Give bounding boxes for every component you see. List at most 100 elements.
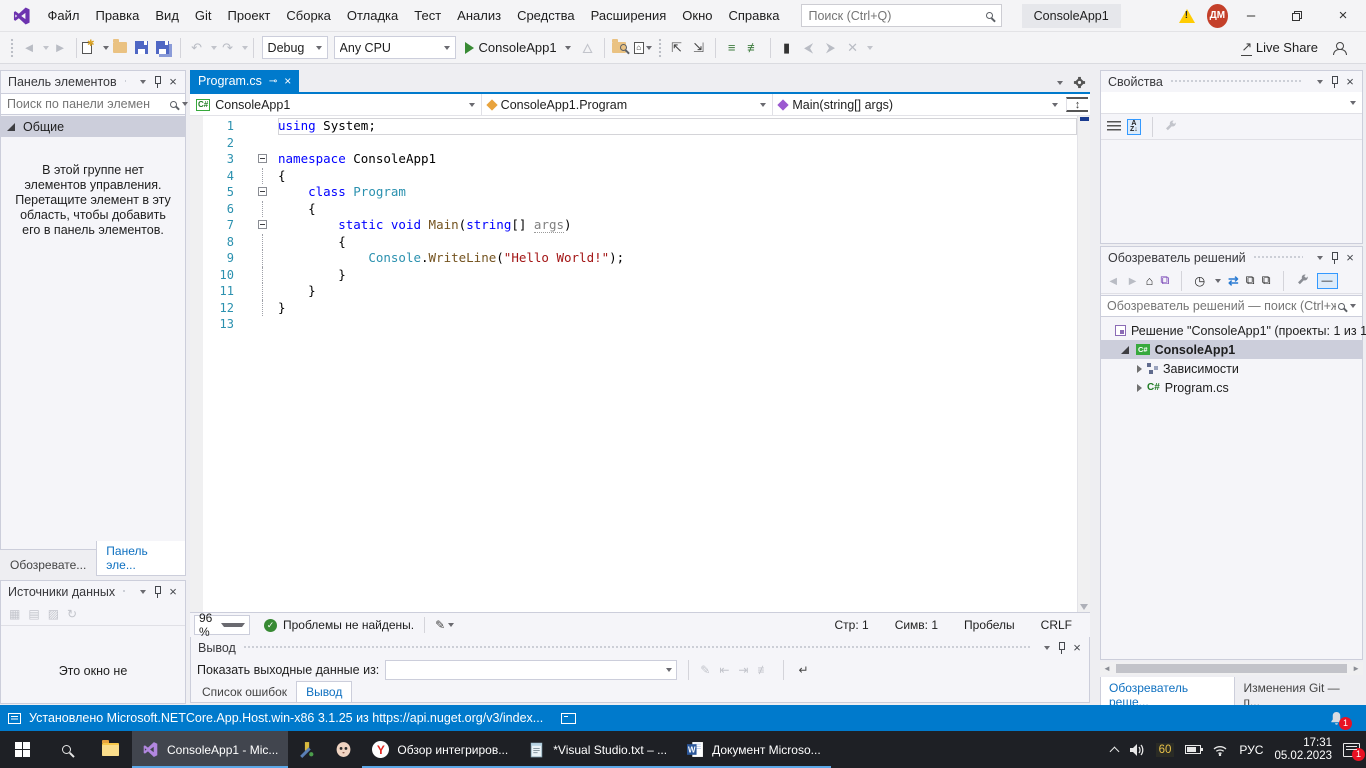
clock[interactable]: 17:31 05.02.2023 [1274,737,1332,763]
zoom-combo[interactable]: 96 % [194,615,250,635]
code-cleanup-icon[interactable]: ✎ [435,618,445,632]
home-icon[interactable]: ⌂ [1146,274,1154,288]
editor-vertical-scrollbar[interactable] [1077,116,1090,612]
right-dock-hscrollbar[interactable]: ◄ ► [1100,662,1363,675]
menu-item-7[interactable]: Тест [406,4,449,27]
output-source-combo[interactable] [385,660,677,680]
warning-icon[interactable] [1179,9,1195,23]
window-position-icon[interactable] [1310,256,1326,260]
code-editor[interactable]: 1using System;23namespace ConsoleApp14{5… [190,116,1090,612]
tab-program-cs[interactable]: Program.cs ⊸ × [190,70,299,92]
taskbar-search-icon[interactable] [44,731,88,768]
close-icon[interactable]: × [1342,74,1358,89]
next-message-icon[interactable]: ⇥ [738,663,748,677]
minimize-button[interactable]: – [1228,0,1274,32]
edit-data-source-icon[interactable]: ▤ [28,607,39,621]
close-icon[interactable]: × [1342,250,1358,265]
search-options-icon[interactable] [182,102,188,106]
panel-grip[interactable] [124,79,126,84]
avatar[interactable]: ДМ [1207,4,1228,28]
preview-selected-toggle[interactable]: — [1317,273,1338,289]
platform-combo[interactable]: Any CPU [334,36,456,59]
pin-tab-icon[interactable]: ⊸ [269,76,277,87]
code-line[interactable]: 1using System; [190,118,1077,135]
previous-bookmark-icon[interactable]: ⮜ [798,36,820,60]
search-options-icon[interactable] [1350,304,1356,308]
tree-item[interactable]: C#Program.cs [1101,378,1362,397]
hot-reload-icon[interactable]: 🜂 [577,36,599,60]
refresh-icon[interactable]: ↻ [67,607,77,621]
live-share-button[interactable]: ↗ Live Share [1241,36,1318,60]
tree-item[interactable]: C#ConsoleApp1 [1101,340,1362,359]
split-window-icon[interactable]: ↕ [1066,97,1088,112]
scroll-right-icon[interactable]: ► [1349,664,1363,673]
battery-percent-indicator[interactable]: 60 [1156,743,1175,757]
expander-icon[interactable] [1137,384,1142,392]
expander-icon[interactable] [1137,365,1142,373]
solution-explorer-home-icon[interactable]: ⌂ [632,36,654,60]
menu-item-5[interactable]: Сборка [278,4,339,27]
bookmark-icon[interactable]: ▮ [776,36,798,60]
collapse-all-icon[interactable]: ⧉ [1262,273,1271,288]
solution-search[interactable] [1101,295,1362,317]
pin-icon[interactable] [1326,75,1342,88]
line-indicator[interactable]: Стр: 1 [835,618,869,632]
code-line[interactable]: 4{ [190,168,1077,185]
line-ending-indicator[interactable]: CRLF [1041,618,1072,632]
menu-item-8[interactable]: Анализ [449,4,509,27]
solution-search-input[interactable] [1107,299,1336,313]
window-position-icon[interactable] [1310,80,1326,84]
wifi-icon[interactable] [1212,744,1228,756]
menu-item-11[interactable]: Окно [674,4,720,27]
column-indicator[interactable]: Симв: 1 [895,618,938,632]
code-line[interactable]: 8 { [190,234,1077,251]
pin-icon[interactable] [149,585,165,598]
save-icon[interactable] [131,36,153,60]
action-center-icon[interactable]: 1 [1343,743,1360,757]
close-icon[interactable]: × [165,74,181,89]
taskbar-app[interactable]: YОбзор интегриров... [362,731,518,768]
toolbox-category-general[interactable]: Общие [1,116,185,137]
taskbar-app[interactable]: WДокумент Microso... [677,731,831,768]
tab-list-dropdown-icon[interactable] [1057,81,1063,85]
clear-all-icon[interactable]: ≢ [757,663,769,677]
tab-1[interactable]: Панель эле... [96,541,186,576]
start-button[interactable] [0,731,44,768]
window-position-icon[interactable] [133,80,149,84]
code-line[interactable]: 6 { [190,201,1077,218]
close-button[interactable]: × [1320,0,1366,32]
tab-0[interactable]: Список ошибок [193,682,296,702]
project-dropdown[interactable]: C# ConsoleApp1 [190,94,482,115]
navigate-backward-code-icon[interactable]: ⇱ [666,36,688,60]
pending-changes-filter-icon[interactable]: ◷ [1194,273,1205,288]
outline-collapse-icon[interactable] [258,220,267,229]
menu-item-12[interactable]: Справка [720,4,787,27]
close-tab-icon[interactable]: × [284,74,291,88]
toolbox-search-input[interactable] [7,97,168,111]
quick-search-input[interactable] [808,9,983,23]
code-line[interactable]: 12} [190,300,1077,317]
redo-icon[interactable]: ↷ [217,36,239,60]
editor-options-gear-icon[interactable] [1073,76,1086,89]
property-pages-wrench-icon[interactable] [1164,120,1178,134]
menu-item-9[interactable]: Средства [509,4,583,27]
show-next-statement-icon[interactable]: ⇲ [688,36,710,60]
configure-data-source-icon[interactable]: ▨ [48,607,59,621]
file-explorer-icon[interactable] [88,731,132,768]
feedback-icon[interactable] [1328,36,1350,60]
language-indicator[interactable]: РУС [1239,743,1263,757]
taskbar-app[interactable] [325,731,362,768]
menu-item-10[interactable]: Расширения [583,4,675,27]
taskbar-app[interactable]: *Visual Studio.txt – ... [518,731,677,768]
navigate-back-icon[interactable]: ◄ [18,36,40,60]
restore-button[interactable] [1274,0,1320,32]
toolbox-search[interactable] [1,93,185,115]
taskbar-app[interactable]: ConsoleApp1 - Mic... [132,731,288,768]
goto-message-icon[interactable]: ✎ [700,663,710,677]
comment-lines-icon[interactable]: ≡ [721,36,743,60]
properties-object-combo[interactable] [1101,92,1362,114]
window-position-icon[interactable] [133,590,149,594]
code-line[interactable]: 9 Console.WriteLine("Hello World!"); [190,250,1077,267]
open-file-icon[interactable] [109,36,131,60]
new-project-icon[interactable]: ✱ [82,36,109,60]
